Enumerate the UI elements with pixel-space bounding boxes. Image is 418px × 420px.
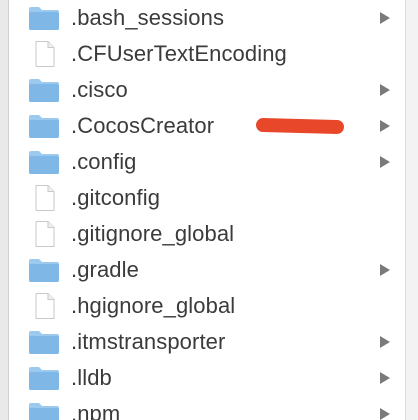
file-name-label: .bash_sessions	[71, 5, 225, 30]
folder-icon	[28, 365, 60, 391]
file-name-label: .itmstransporter	[71, 329, 226, 354]
file-row[interactable]: .CFUserTextEncoding	[8, 36, 406, 72]
disclosure-arrow-icon[interactable]	[380, 120, 390, 132]
file-name-label: .lldb	[71, 365, 112, 390]
file-row[interactable]: .lldb	[8, 360, 406, 396]
red-annotation-mark	[255, 117, 345, 135]
folder-icon	[28, 149, 60, 175]
file-icon	[28, 221, 60, 247]
folder-icon	[28, 5, 60, 31]
file-name-label: .CFUserTextEncoding	[71, 41, 287, 66]
disclosure-arrow-icon[interactable]	[380, 408, 390, 420]
disclosure-arrow-icon[interactable]	[380, 372, 390, 384]
file-row[interactable]: .npm	[8, 396, 406, 420]
file-name-label: .hgignore_global	[71, 293, 236, 318]
file-icon	[28, 41, 60, 67]
folder-icon	[28, 77, 60, 103]
window-right-border	[405, 0, 418, 420]
file-name-label: .gitignore_global	[71, 221, 235, 246]
file-name-label: .config	[71, 149, 137, 174]
folder-icon	[28, 113, 60, 139]
folder-icon	[28, 257, 60, 283]
file-name-label: .gitconfig	[71, 185, 161, 210]
file-row[interactable]: .config	[8, 144, 406, 180]
file-row[interactable]: .CocosCreator	[8, 108, 406, 144]
file-row[interactable]: .gradle	[8, 252, 406, 288]
folder-icon	[28, 401, 60, 420]
file-list: .bash_sessions .CFUserTextEncoding .cisco.…	[8, 0, 406, 420]
file-icon	[28, 185, 60, 211]
file-row[interactable]: .cisco	[8, 72, 406, 108]
disclosure-arrow-icon[interactable]	[380, 336, 390, 348]
disclosure-arrow-icon[interactable]	[380, 84, 390, 96]
file-name-label: .cisco	[71, 77, 128, 102]
file-name-label: .gradle	[71, 257, 139, 282]
file-icon	[28, 293, 60, 319]
file-row[interactable]: .gitconfig	[8, 180, 406, 216]
disclosure-arrow-icon[interactable]	[380, 156, 390, 168]
finder-window: .bash_sessions .CFUserTextEncoding .cisco.…	[0, 0, 418, 420]
file-row[interactable]: .hgignore_global	[8, 288, 406, 324]
file-row[interactable]: .bash_sessions	[8, 0, 406, 36]
folder-icon	[28, 329, 60, 355]
file-row[interactable]: .gitignore_global	[8, 216, 406, 252]
disclosure-arrow-icon[interactable]	[380, 264, 390, 276]
file-row[interactable]: .itmstransporter	[8, 324, 406, 360]
disclosure-arrow-icon[interactable]	[380, 12, 390, 24]
file-name-label: .npm	[71, 401, 121, 420]
file-name-label: .CocosCreator	[71, 113, 215, 138]
